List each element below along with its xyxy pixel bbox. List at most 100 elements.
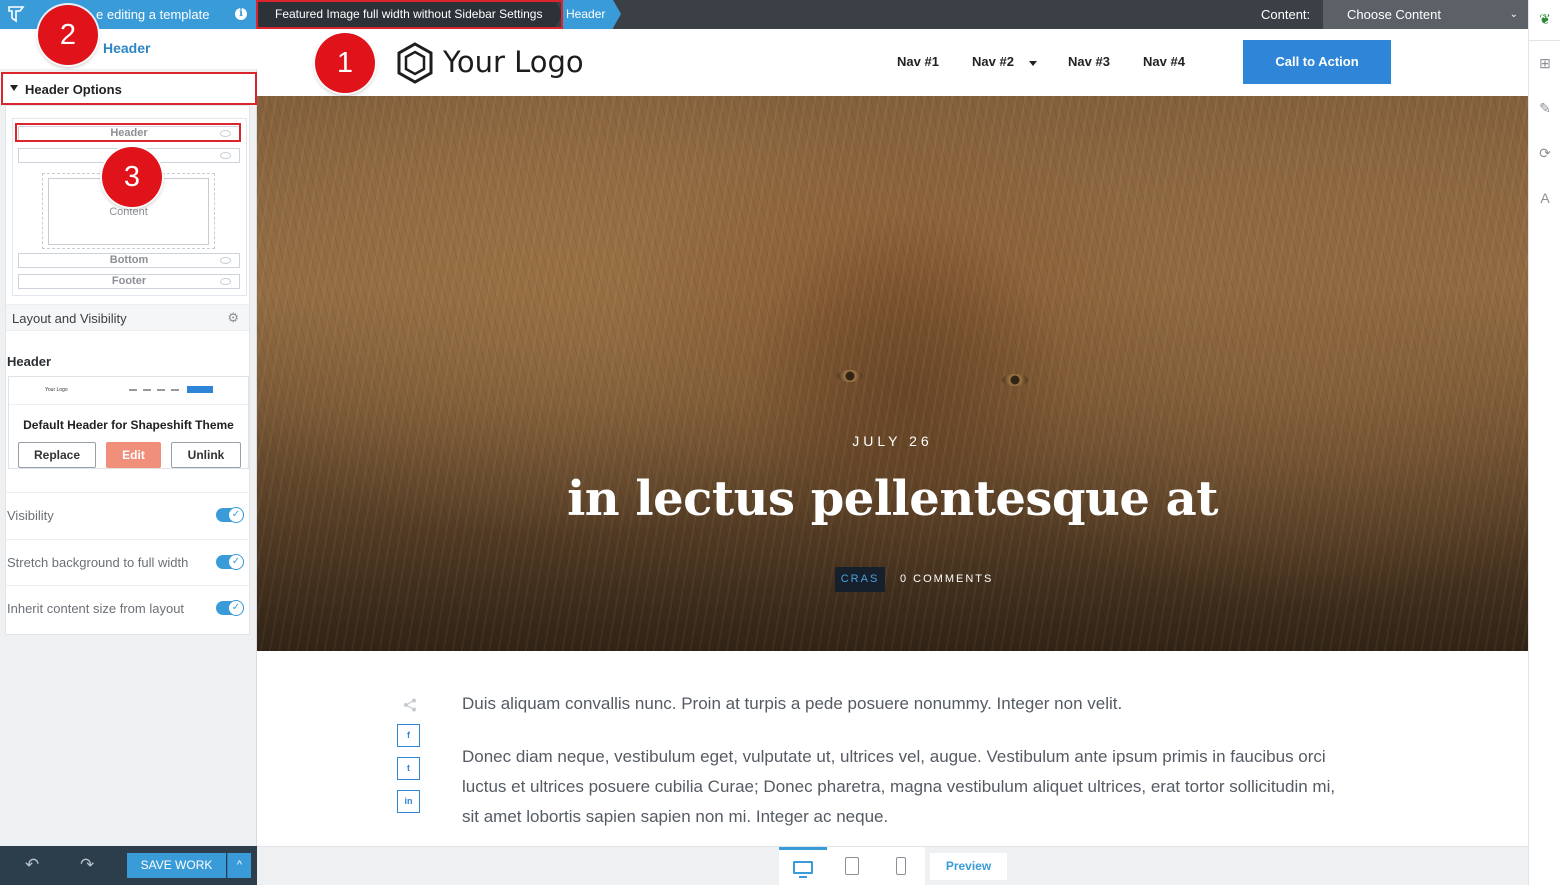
header-thumbnail: Your Logo [9,377,248,405]
layout-visibility-row[interactable]: Layout and Visibility ⚙ [6,304,249,331]
hexagon-logo-icon [397,42,433,84]
leaf-icon[interactable]: ❦ [1537,11,1553,27]
content-label: Content: [1261,7,1311,22]
eye-icon[interactable] [220,130,231,137]
inherit-content-size-label: Inherit content size from layout [7,601,185,616]
post-title: in lectus pellentesque at [567,471,1218,527]
annotation-badge-1: 1 [315,33,375,93]
editing-mode-text: e editing a template [96,7,210,22]
call-to-action-button[interactable]: Call to Action [1243,40,1391,84]
check-icon: ✓ [228,600,244,616]
sidebar-title: Header [103,40,151,56]
sync-icon[interactable]: ⟳ [1537,145,1553,161]
thumbnail-logo: Your Logo [45,387,68,393]
gear-icon[interactable]: ⚙ [227,310,239,326]
visibility-label: Visibility [7,508,54,523]
caret-down-icon [1029,61,1037,66]
visibility-row: Visibility ✓ [6,492,249,538]
visibility-toggle[interactable]: ✓ [216,507,244,523]
breadcrumb-template[interactable]: Featured Image full width without Sideba… [257,0,555,29]
thumbnail-nav [129,389,185,391]
eye-icon[interactable] [220,278,231,285]
content-select[interactable]: Choose Content ⌄ [1323,0,1528,29]
featured-image-hero[interactable]: JULY 26 in lectus pellentesque at CRAS 0… [257,96,1528,651]
mobile-view-button[interactable] [877,847,925,885]
tablet-icon [845,857,859,875]
breadcrumb-separator [613,0,621,28]
header-options-label: Header Options [25,82,122,97]
page-canvas: Your Logo Nav #1 Nav #2 Nav #3 Nav #4 Ca… [257,29,1528,846]
annotation-badge-2: 2 [38,5,98,65]
header-options-section[interactable]: Header Options [0,72,257,105]
brush-icon[interactable]: ✎ [1537,100,1553,116]
check-icon: ✓ [228,507,244,523]
desktop-icon [793,861,813,874]
edit-button[interactable]: Edit [106,442,161,468]
annotation-badge-3: 3 [102,147,162,207]
stretch-background-toggle[interactable]: ✓ [216,554,244,570]
site-header[interactable]: Your Logo Nav #1 Nav #2 Nav #3 Nav #4 Ca… [257,29,1528,96]
sidebar-footer: ↶ ↷ SAVE WORK ^ [0,846,257,885]
article-paragraph: Duis aliquam convallis nunc. Proin at tu… [462,694,1123,713]
tablet-view-button[interactable] [828,847,876,885]
layout-map-bottom[interactable]: Bottom [18,253,240,268]
linkedin-icon[interactable]: in [397,790,420,813]
content-select-value: Choose Content [1347,7,1441,22]
thumbnail-cta [187,386,213,393]
inherit-content-size-row: Inherit content size from layout ✓ [6,585,249,631]
editor-topbar: Featured Image full width without Sideba… [257,0,1528,29]
article-paragraph: Donec diam neque, vestibulum eget, vulpu… [462,747,1336,826]
header-template-card: Your Logo Default Header for Shapeshift … [8,376,249,469]
stretch-background-row: Stretch background to full width ✓ [6,539,249,585]
eye-icon[interactable] [220,257,231,264]
layout-map-header-label: Header [110,127,148,139]
thrive-logo-icon[interactable] [6,4,26,24]
layout-map-footer-label: Footer [111,275,147,287]
chevron-down-icon: ⌄ [1509,9,1518,20]
layout-map: Header Content Bottom Footer [12,118,247,296]
redo-icon[interactable]: ↷ [80,855,94,875]
share-icon[interactable] [403,698,417,712]
layout-map-header[interactable]: Header [18,126,240,141]
check-icon: ✓ [228,554,244,570]
device-switcher [779,847,925,885]
nav-item-3[interactable]: Nav #3 [1068,54,1110,69]
nav-item-4[interactable]: Nav #4 [1143,54,1185,69]
typography-icon[interactable]: A [1537,190,1553,206]
device-preview-bar: Preview [257,846,1528,885]
header-group-label: Header [7,354,52,369]
hero-overlay [257,96,1528,651]
breadcrumb-separator [555,0,563,28]
undo-icon[interactable]: ↶ [25,855,39,875]
post-comments-count[interactable]: 0 COMMENTS [900,573,993,585]
twitter-icon[interactable]: t [397,757,420,780]
facebook-icon[interactable]: f [397,724,420,747]
mobile-icon [896,857,906,875]
layout-map-bottom-label: Bottom [109,254,149,266]
unlink-button[interactable]: Unlink [171,442,241,468]
add-element-icon[interactable]: ⊞ [1537,55,1553,71]
post-category-badge[interactable]: CRAS [835,567,885,592]
post-date: JULY 26 [852,433,933,449]
site-logo-text[interactable]: Your Logo [443,45,584,79]
eye-icon[interactable] [220,152,231,159]
nav-item-1[interactable]: Nav #1 [897,54,939,69]
stretch-background-label: Stretch background to full width [7,555,189,570]
editor-sidebar: e editing a template i ‹ Header Header O… [0,0,257,885]
nav-item-2[interactable]: Nav #2 [972,54,1014,69]
inherit-content-size-toggle[interactable]: ✓ [216,600,244,616]
preview-button[interactable]: Preview [930,853,1007,880]
info-icon[interactable]: i [235,8,247,20]
layout-map-footer[interactable]: Footer [18,274,240,289]
replace-button[interactable]: Replace [18,442,96,468]
desktop-view-button[interactable] [779,847,827,885]
breadcrumb-current[interactable]: Header [563,0,613,29]
header-template-name: Default Header for Shapeshift Theme [23,418,234,432]
caret-down-icon [10,85,18,91]
desktop-stand [799,876,807,878]
rail-divider [1529,40,1560,41]
right-tool-rail: ❦ ⊞ ✎ ⟳ A [1528,0,1560,885]
save-options-button[interactable]: ^ [227,853,251,878]
save-work-button[interactable]: SAVE WORK [127,853,226,878]
editor-app: e editing a template i ‹ Header Header O… [0,0,1560,885]
